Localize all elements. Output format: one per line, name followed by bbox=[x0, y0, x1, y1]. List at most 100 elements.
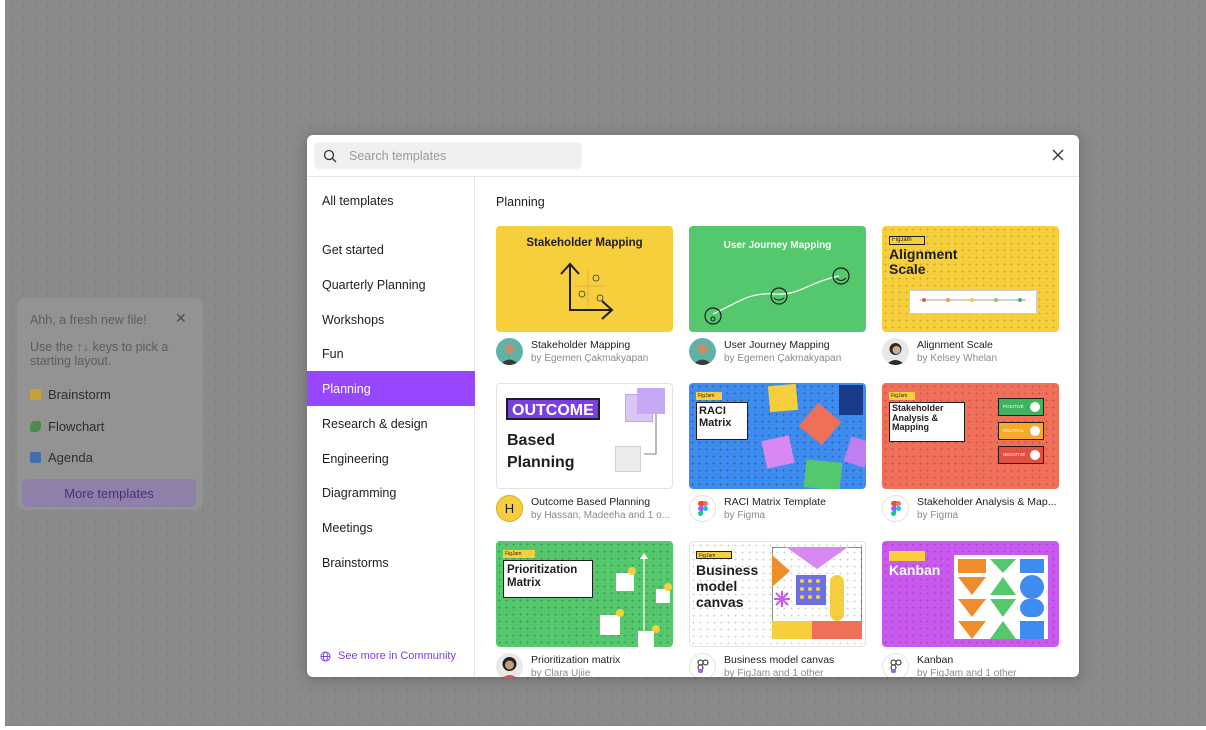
template-author: by FigJam and 1 other bbox=[724, 668, 824, 677]
template-title: Business model canvas bbox=[724, 654, 835, 666]
author-avatar bbox=[496, 338, 523, 365]
sidebar-item-all-templates[interactable]: All templates bbox=[307, 183, 475, 218]
author-avatar bbox=[689, 338, 716, 365]
template-categories: All templates Get started Quarterly Plan… bbox=[307, 177, 475, 677]
agenda-icon bbox=[30, 452, 41, 463]
template-meta: Stakeholder Mapping by Egemen Çakmakyapa… bbox=[496, 338, 673, 368]
onboarding-close-icon[interactable]: ✕ bbox=[175, 310, 187, 327]
sidebar-item-workshops[interactable]: Workshops bbox=[307, 302, 475, 337]
thumbnail-title: Kanban bbox=[889, 562, 941, 578]
thumbnail-title: Stakeholder Analysis & Mapping bbox=[892, 403, 944, 432]
sidebar-item-engineering[interactable]: Engineering bbox=[307, 441, 475, 476]
template-author: by Figma bbox=[917, 510, 959, 521]
right-arrow-icon bbox=[1030, 426, 1040, 436]
sidebar-item-brainstorms[interactable]: Brainstorms bbox=[307, 545, 475, 580]
template-title: Alignment Scale bbox=[917, 339, 993, 351]
journey-illustration bbox=[704, 267, 850, 325]
scale-card bbox=[909, 290, 1037, 314]
close-icon[interactable] bbox=[1051, 148, 1065, 162]
onboarding-item-label: Agenda bbox=[48, 450, 93, 465]
axis-illustration bbox=[560, 262, 614, 320]
more-templates-button[interactable]: More templates bbox=[22, 479, 196, 507]
template-author: by Kelsey Whelan bbox=[917, 353, 998, 364]
template-thumbnail[interactable]: User Journey Mapping bbox=[689, 226, 866, 332]
sticky-note bbox=[637, 388, 665, 414]
sidebar-item-research-design[interactable]: Research & design bbox=[307, 406, 475, 441]
sidebar-item-diagramming[interactable]: Diagramming bbox=[307, 475, 475, 510]
sidebar-item-quarterly-planning[interactable]: Quarterly Planning bbox=[307, 267, 475, 302]
shape bbox=[843, 436, 866, 468]
onboarding-greeting: Ahh, a fresh new file! bbox=[30, 313, 147, 327]
shape bbox=[767, 383, 799, 413]
template-grid: Planning Stakeholder Mapping Stakeholder… bbox=[475, 177, 1079, 677]
template-meta: Business model canvas by FigJam and 1 ot… bbox=[689, 653, 866, 677]
onboarding-item-agenda[interactable]: Agenda bbox=[30, 450, 93, 465]
kanban-tag bbox=[889, 551, 925, 561]
see-more-community-link[interactable]: See more in Community bbox=[320, 650, 456, 662]
onboarding-item-label: Brainstorm bbox=[48, 387, 111, 402]
onboarding-panel: Ahh, a fresh new file! ✕ Use the ↑↓ keys… bbox=[17, 298, 203, 510]
thumbnail-title: Business model canvas bbox=[696, 562, 759, 610]
modal-header bbox=[307, 135, 1079, 177]
onboarding-item-label: Flowchart bbox=[48, 419, 105, 434]
figjam-badge: FigJam bbox=[889, 392, 915, 400]
figjam-badge: FigJam bbox=[503, 550, 535, 558]
shape bbox=[761, 435, 795, 469]
template-author: by Clara Ujiie bbox=[531, 668, 591, 677]
sidebar-item-planning[interactable]: Planning bbox=[307, 371, 475, 406]
template-thumbnail[interactable]: FigJam Business model canvas bbox=[689, 541, 866, 647]
thumbnail-title: Alignment Scale bbox=[889, 246, 958, 277]
author-avatar bbox=[496, 653, 523, 677]
shape bbox=[798, 402, 842, 446]
kanban-board-illustration bbox=[954, 555, 1048, 639]
template-thumbnail[interactable]: Kanban bbox=[882, 541, 1059, 647]
sidebar-item-fun[interactable]: Fun bbox=[307, 336, 475, 371]
search-box[interactable] bbox=[314, 142, 582, 169]
figjam-logo-icon bbox=[689, 653, 716, 677]
figjam-logo-icon bbox=[882, 653, 909, 677]
figjam-badge: FigJam bbox=[889, 236, 925, 245]
template-meta: H Outcome Based Planning by Hassan, Made… bbox=[496, 495, 673, 525]
template-title: Stakeholder Analysis & Map... bbox=[917, 496, 1057, 508]
sidebar-item-get-started[interactable]: Get started bbox=[307, 232, 475, 267]
onboarding-hint: Use the ↑↓ keys to pick a starting layou… bbox=[30, 340, 169, 368]
brainstorm-icon bbox=[30, 389, 41, 400]
author-avatar: H bbox=[496, 495, 523, 522]
figma-logo-icon bbox=[882, 495, 909, 522]
thumbnail-title: Based Planning bbox=[507, 432, 575, 471]
thumbnail-title: Stakeholder Mapping bbox=[526, 237, 643, 249]
shape bbox=[803, 459, 843, 489]
onboarding-item-flowchart[interactable]: Flowchart bbox=[30, 419, 104, 434]
flowchart-icon bbox=[30, 421, 41, 432]
template-title: RACI Matrix Template bbox=[724, 496, 826, 508]
outcome-badge: OUTCOME bbox=[506, 398, 600, 420]
search-input[interactable] bbox=[349, 148, 569, 163]
template-title: Outcome Based Planning bbox=[531, 496, 651, 508]
section-title: Planning bbox=[496, 195, 545, 209]
connector-line bbox=[644, 414, 657, 455]
figma-logo-icon bbox=[689, 495, 716, 522]
down-arrow-icon bbox=[1030, 450, 1040, 460]
template-author: by Hassan, Madeeha and 1 o... bbox=[531, 510, 670, 521]
template-title: Stakeholder Mapping bbox=[531, 339, 631, 351]
template-meta: Prioritization matrix by Clara Ujiie bbox=[496, 653, 673, 677]
template-thumbnail[interactable]: FigJam Prioritization Matrix bbox=[496, 541, 673, 647]
template-picker-modal: All templates Get started Quarterly Plan… bbox=[307, 135, 1079, 677]
sidebar-item-meetings[interactable]: Meetings bbox=[307, 510, 475, 545]
template-title: Kanban bbox=[917, 654, 954, 666]
up-arrow-icon bbox=[1030, 402, 1040, 412]
thumbnail-title: Prioritization Matrix bbox=[507, 564, 578, 589]
template-thumbnail[interactable]: OUTCOME Based Planning bbox=[496, 383, 673, 489]
template-title: User Journey Mapping bbox=[724, 339, 830, 351]
community-link-label: See more in Community bbox=[338, 650, 456, 662]
template-title: Prioritization matrix bbox=[531, 654, 621, 666]
author-avatar bbox=[882, 338, 909, 365]
template-thumbnail[interactable]: Stakeholder Mapping bbox=[496, 226, 673, 332]
sticky-note bbox=[615, 446, 641, 472]
onboarding-item-brainstorm[interactable]: Brainstorm bbox=[30, 387, 111, 402]
template-meta: Kanban by FigJam and 1 other bbox=[882, 653, 1059, 677]
template-thumbnail[interactable]: FigJam Alignment Scale bbox=[882, 226, 1059, 332]
template-meta: User Journey Mapping by Egemen Çakmakyap… bbox=[689, 338, 866, 368]
template-thumbnail[interactable]: FigJam RACI Matrix bbox=[689, 383, 866, 489]
template-thumbnail[interactable]: FigJam Stakeholder Analysis & Mapping PO… bbox=[882, 383, 1059, 489]
